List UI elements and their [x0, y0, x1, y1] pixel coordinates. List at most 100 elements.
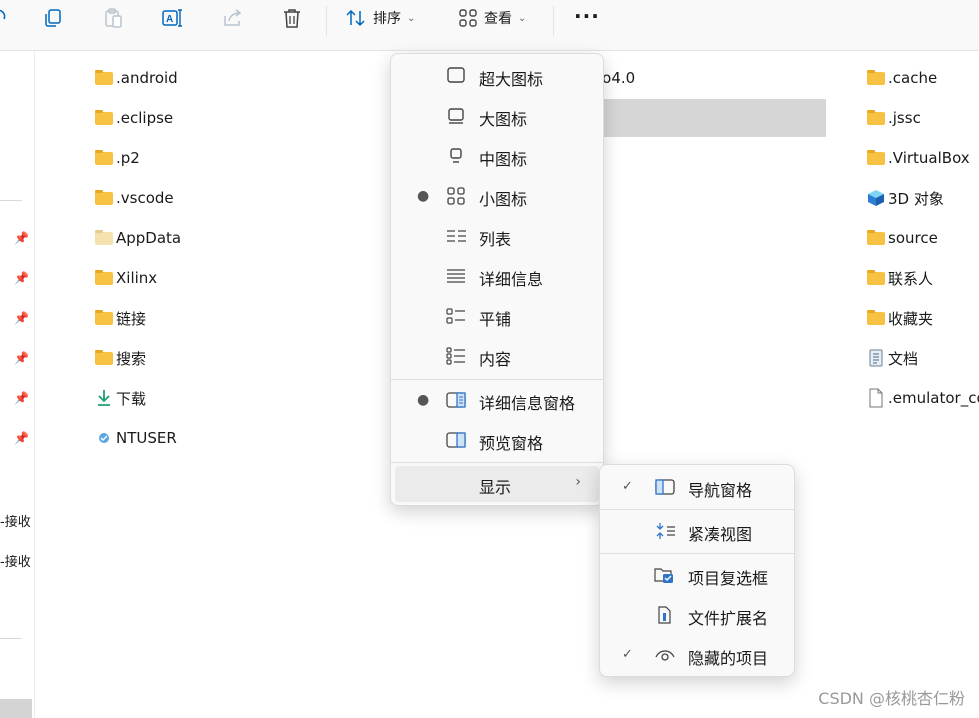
checkmark-icon: ✓: [622, 479, 633, 494]
nav-item[interactable]: -接收: [0, 551, 31, 570]
menu-item-label: 导航窗格: [688, 481, 753, 500]
menu-item-extra-large-icons[interactable]: 超大图标: [395, 58, 599, 94]
new-icon: [0, 9, 8, 27]
file-item[interactable]: NTUSER: [95, 428, 177, 448]
menu-item-medium-icons[interactable]: 中图标: [395, 138, 599, 174]
file-name: .android: [116, 69, 178, 87]
file-item[interactable]: .vscode: [95, 188, 174, 208]
menu-separator: [600, 553, 794, 554]
menu-item-label: 列表: [479, 230, 512, 249]
details-icon: [445, 267, 467, 285]
file-name: 搜索: [116, 349, 147, 368]
nav-item[interactable]: -接收: [0, 511, 31, 530]
pin-icon: 📌: [14, 231, 29, 245]
download-icon: [95, 390, 113, 406]
file-name: NTUSER: [116, 429, 177, 447]
file-item[interactable]: .eclipse: [95, 108, 173, 128]
preview-pane-icon: [445, 431, 467, 449]
menu-item-label: 平铺: [479, 310, 512, 329]
file-name: 下载: [116, 389, 147, 408]
more-icon: ···: [574, 4, 600, 28]
menu-item-label: 小图标: [479, 190, 528, 209]
paste-icon: [103, 7, 123, 29]
menu-item-large-icons[interactable]: 大图标: [395, 98, 599, 134]
toolbar-divider: [326, 6, 327, 36]
sort-label: 排序: [373, 11, 401, 27]
folder-icon: [867, 149, 885, 166]
compact-view-icon: [654, 522, 676, 540]
navigation-pane-icon: [654, 478, 676, 496]
copy-icon: [43, 8, 63, 28]
folder-icon: [95, 189, 113, 206]
tiles-icon: [445, 307, 467, 325]
menu-item-label: 隐藏的项目: [688, 649, 769, 668]
more-options-button[interactable]: ···: [574, 2, 600, 30]
chevron-down-icon: ⌄: [518, 12, 527, 24]
details-pane-icon: [445, 391, 467, 409]
file-item[interactable]: .emulator_co: [867, 388, 979, 408]
document-icon: [867, 349, 885, 367]
menu-item-label: 超大图标: [479, 70, 544, 89]
view-label: 查看: [484, 11, 512, 27]
menu-item-compact-view[interactable]: 紧凑视图: [604, 513, 790, 549]
file-item[interactable]: 文档: [867, 348, 918, 368]
paste-button[interactable]: [103, 4, 123, 32]
file-item[interactable]: .VirtualBox: [867, 148, 970, 168]
menu-item-details[interactable]: 详细信息: [395, 258, 599, 294]
folder-icon: [867, 69, 885, 86]
menu-separator: [391, 379, 603, 380]
menu-item-navigation-pane[interactable]: ✓ 导航窗格: [604, 469, 790, 505]
menu-item-content[interactable]: 内容: [395, 338, 599, 374]
new-item-button[interactable]: [0, 4, 8, 32]
folder-icon: [95, 109, 113, 126]
delete-button[interactable]: [282, 4, 302, 32]
file-item[interactable]: 搜索: [95, 348, 146, 368]
menu-item-label: 显示: [479, 478, 512, 497]
menu-item-item-checkboxes[interactable]: 项目复选框: [604, 557, 790, 593]
menu-item-show[interactable]: 显示 ›: [395, 466, 599, 502]
menu-item-hidden-items[interactable]: ✓ 隐藏的项目: [604, 637, 790, 673]
file-item[interactable]: 链接: [95, 308, 146, 328]
file-item[interactable]: .cache: [867, 68, 937, 88]
file-item[interactable]: 收藏夹: [867, 308, 933, 328]
folder-icon: [867, 309, 885, 326]
menu-item-details-pane[interactable]: ● 详细信息窗格: [395, 382, 599, 418]
pin-icon: 📌: [14, 431, 29, 445]
large-icons-icon: [445, 107, 467, 125]
selected-file-row[interactable]: [598, 99, 826, 137]
toolbar-divider: [553, 6, 554, 36]
copy-button[interactable]: [43, 4, 63, 32]
show-submenu: ✓ 导航窗格 紧凑视图 项目复选框 文件扩展名 ✓ 隐藏的项目: [599, 464, 795, 677]
file-item[interactable]: .android: [95, 68, 178, 88]
rename-button[interactable]: A: [162, 4, 184, 32]
menu-item-file-extensions[interactable]: 文件扩展名: [604, 597, 790, 633]
view-menu: 超大图标 大图标 中图标 ● 小图标 列表 详细信息 平铺 内容 ● 详细信息窗…: [390, 53, 604, 506]
file-item[interactable]: 下载: [95, 388, 146, 408]
file-item[interactable]: 3D 对象: [867, 188, 944, 208]
file-item[interactable]: .p2: [95, 148, 140, 168]
sort-button[interactable]: 排序 ⌄: [345, 4, 415, 32]
share-button[interactable]: [222, 4, 244, 32]
menu-item-tiles[interactable]: 平铺: [395, 298, 599, 334]
pin-icon: 📌: [14, 311, 29, 325]
file-item[interactable]: Xilinx: [95, 268, 157, 288]
watermark-text: CSDN @核桃杏仁粉: [818, 689, 965, 708]
file-item[interactable]: 联系人: [867, 268, 933, 288]
file-item[interactable]: AppData: [95, 228, 181, 248]
file-item[interactable]: source: [867, 228, 938, 248]
folder-icon: [95, 269, 113, 286]
menu-item-small-icons[interactable]: ● 小图标: [395, 178, 599, 214]
menu-item-list[interactable]: 列表: [395, 218, 599, 254]
folder-icon: [95, 69, 113, 86]
nav-item-selected[interactable]: [0, 699, 32, 718]
folder-icon: [867, 109, 885, 126]
menu-item-label: 预览窗格: [479, 434, 544, 453]
file-item[interactable]: .jssc: [867, 108, 921, 128]
pin-icon: 📌: [14, 391, 29, 405]
menu-item-preview-pane[interactable]: 预览窗格: [395, 422, 599, 458]
file-name: source: [888, 229, 938, 247]
extra-large-icons-icon: [445, 67, 467, 85]
pin-icon: 📌: [14, 271, 29, 285]
selected-bullet-icon: ●: [417, 188, 430, 204]
view-button[interactable]: 查看 ⌄: [458, 4, 526, 32]
